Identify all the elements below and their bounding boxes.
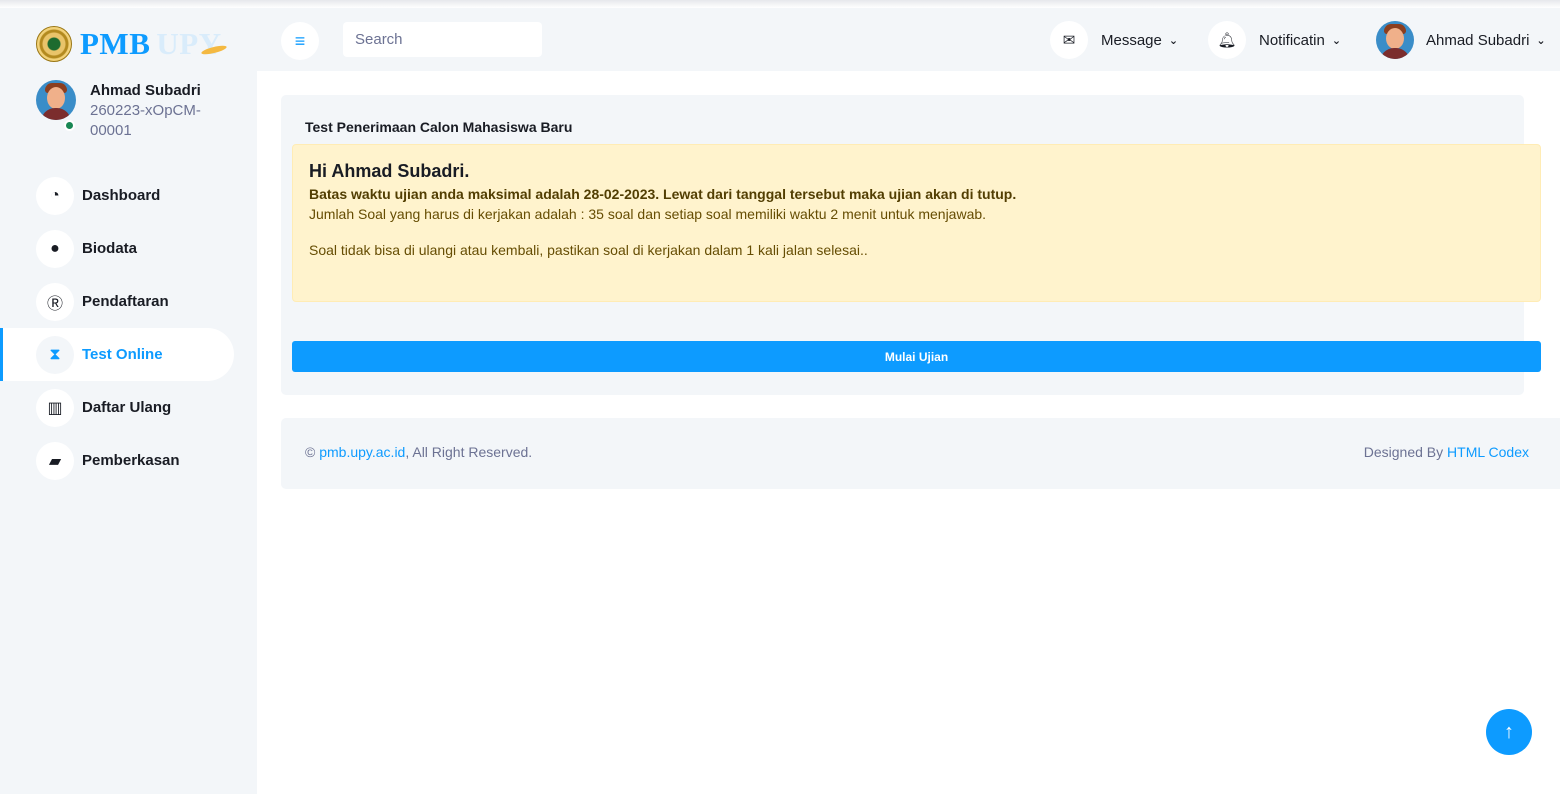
user-dropdown-label: Ahmad Subadri: [1426, 31, 1530, 49]
test-card: Test Penerimaan Calon Mahasiswa Baru Hi …: [281, 95, 1541, 395]
designed-by-text: Designed By: [1363, 444, 1444, 460]
rights-text: , All Right Reserved.: [405, 444, 533, 460]
sidebar-item-label: Pendaftaran: [82, 293, 169, 310]
sidebar-user: Ahmad Subadri 260223-xOpCM-00001: [36, 80, 210, 141]
sidebar-item-label: Dashboard: [82, 187, 161, 204]
search-input[interactable]: [343, 22, 542, 57]
chevron-down-icon: ⌄: [1536, 34, 1546, 47]
user-icon: ●: [36, 229, 74, 268]
notification-label: Notificatin: [1259, 31, 1325, 49]
notification-dropdown[interactable]: 🔔︎ Notificatin ⌄: [1208, 21, 1341, 59]
exam-info-alert: Hi Ahmad Subadri. Batas waktu ujian anda…: [292, 144, 1541, 302]
sidebar-item-dashboard[interactable]: ◔ Dashboard: [0, 169, 234, 222]
footer: © pmb.upy.ac.id, All Right Reserved. Des…: [281, 418, 1560, 489]
chevron-down-icon: ⌄: [1168, 34, 1179, 47]
site-link[interactable]: pmb.upy.ac.id: [319, 444, 405, 460]
sidebar-item-pendaftaran[interactable]: Ⓡ Pendaftaran: [0, 275, 234, 328]
registered-icon: Ⓡ: [36, 282, 74, 321]
brand-name: PMB UPY: [80, 26, 222, 61]
topbar: ≡ ✉ Message ⌄ 🔔︎ Notificatin ⌄ Ahmad Sub…: [257, 8, 1560, 71]
copyright-symbol: ©: [305, 444, 316, 460]
user-name: Ahmad Subadri: [90, 82, 201, 99]
user-dropdown[interactable]: Ahmad Subadri ⌄: [1376, 21, 1546, 59]
envelope-icon: ✉: [1050, 21, 1088, 59]
brand-logo-link[interactable]: PMB UPY: [36, 26, 228, 62]
sidebar-item-pemberkasan[interactable]: ▰ Pemberkasan: [0, 434, 234, 487]
chart-bar-icon: ▥: [36, 388, 74, 427]
arrow-up-icon: ↑: [1504, 720, 1514, 743]
hourglass-icon: ⧗: [36, 335, 74, 374]
sidebar-toggle-button[interactable]: ≡: [281, 22, 319, 60]
sidebar-item-label: Pemberkasan: [82, 452, 180, 469]
hamburger-icon: ≡: [294, 30, 306, 51]
sidebar-item-daftar-ulang[interactable]: ▥ Daftar Ulang: [0, 381, 234, 434]
questions-text: Jumlah Soal yang harus di kerjakan adala…: [309, 206, 987, 222]
designer-link[interactable]: HTML Codex: [1447, 444, 1529, 460]
sidebar-item-biodata[interactable]: ● Biodata: [0, 222, 234, 275]
message-dropdown[interactable]: ✉ Message ⌄: [1050, 21, 1178, 59]
tachometer-icon: ◔: [36, 176, 74, 215]
sidebar-item-label: Test Online: [82, 346, 163, 363]
footer-credit: Designed By HTML Codex: [1364, 444, 1529, 460]
deadline-text: Batas waktu ujian anda maksimal adalah 2…: [309, 186, 1017, 202]
sidebar-item-label: Biodata: [82, 240, 138, 257]
back-to-top-button[interactable]: ↑: [1486, 709, 1532, 755]
start-exam-button[interactable]: Mulai Ujian: [292, 341, 1541, 372]
avatar: [1376, 21, 1414, 59]
university-seal-icon: [36, 26, 72, 62]
folder-open-icon: ▰: [36, 441, 74, 480]
warning-text: Soal tidak bisa di ulangi atau kembali, …: [309, 242, 868, 258]
sidebar-item-test-online[interactable]: ⧗ Test Online: [0, 328, 234, 381]
top-shadow: [0, 0, 1560, 8]
greeting-heading: Hi Ahmad Subadri.: [309, 161, 470, 181]
sidebar: PMB UPY Ahmad Subadri 260223-xOpCM-00001 …: [0, 8, 257, 794]
user-info: Ahmad Subadri 260223-xOpCM-00001: [90, 82, 210, 141]
user-id: 260223-xOpCM-00001: [90, 102, 201, 139]
card-title: Test Penerimaan Calon Mahasiswa Baru: [305, 119, 573, 135]
avatar: [36, 80, 76, 120]
chevron-down-icon: ⌄: [1331, 34, 1342, 47]
bell-icon: 🔔︎: [1208, 21, 1246, 59]
sidebar-item-label: Daftar Ulang: [82, 399, 172, 416]
message-label: Message: [1101, 31, 1162, 49]
brand-suffix: UPY: [156, 26, 222, 61]
online-status-icon: [64, 120, 75, 131]
footer-copyright: © pmb.upy.ac.id, All Right Reserved.: [305, 444, 532, 460]
